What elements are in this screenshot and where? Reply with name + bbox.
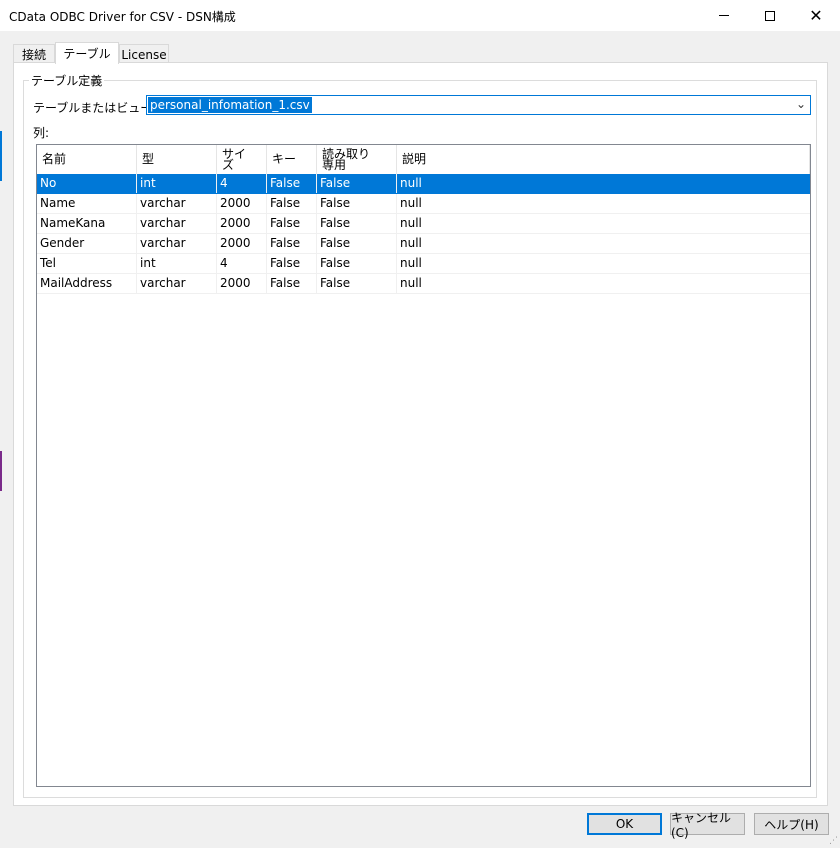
minimize-icon xyxy=(719,15,729,16)
cell-size: 2000 xyxy=(217,194,267,213)
cell-key: False xyxy=(267,254,317,273)
cell-key: False xyxy=(267,194,317,213)
column-header-readonly[interactable]: 読み取り 専用 xyxy=(317,145,397,174)
ok-button-label: OK xyxy=(615,817,634,831)
columns-label: 列: xyxy=(33,126,50,140)
cell-description: null xyxy=(400,176,422,190)
cell-type: int xyxy=(137,174,217,193)
chevron-down-icon[interactable]: ⌄ xyxy=(796,97,806,111)
cell-readonly: False xyxy=(317,254,397,273)
minimize-button[interactable] xyxy=(701,0,747,31)
cell-size: 2000 xyxy=(217,214,267,233)
table-view-select[interactable]: personal_infomation_1.csv ⌄ xyxy=(146,95,811,115)
columns-header: 名前 型 サイ ズ キー 読み取り 専用 説明 xyxy=(37,145,810,174)
tab-license[interactable]: License xyxy=(119,44,169,64)
close-icon: ✕ xyxy=(809,5,823,25)
column-header-size[interactable]: サイ ズ xyxy=(217,145,267,174)
cell-name: NameKana xyxy=(37,214,137,233)
cell-name: Name xyxy=(37,194,137,213)
group-title: テーブル定義 xyxy=(29,72,105,89)
header-text: 型 xyxy=(142,152,155,166)
cell-description: null xyxy=(400,196,422,210)
cell-size: 4 xyxy=(217,254,267,273)
tab-tables[interactable]: テーブル xyxy=(55,42,119,64)
header-text: 名前 xyxy=(42,152,67,166)
tab-label: 接続 xyxy=(21,48,46,62)
help-button[interactable]: ヘルプ(H) xyxy=(754,813,829,835)
table-view-label: テーブルまたはビュー: xyxy=(33,101,157,115)
cell-key: False xyxy=(267,234,317,253)
cell-description: null xyxy=(400,236,422,250)
cell-readonly: False xyxy=(317,174,397,193)
cell-description: null xyxy=(400,276,422,290)
cell-readonly: False xyxy=(317,234,397,253)
tab-label: テーブル xyxy=(63,47,111,61)
help-button-label: ヘルプ(H) xyxy=(764,817,819,832)
tab-connection[interactable]: 接続 xyxy=(13,44,55,64)
cell-type: varchar xyxy=(137,274,217,293)
maximize-icon xyxy=(765,10,775,21)
tab-label: License xyxy=(121,47,167,62)
close-button[interactable]: ✕ xyxy=(793,0,839,31)
cell-key: False xyxy=(267,274,317,293)
cell-name: MailAddress xyxy=(37,274,137,293)
table-row[interactable]: Tel int 4 False False null xyxy=(37,254,810,274)
cell-name: Gender xyxy=(37,234,137,253)
tab-panel: テーブル定義 テーブルまたはビュー: personal_infomation_1… xyxy=(13,62,828,806)
table-row[interactable]: Gender varchar 2000 False False null xyxy=(37,234,810,254)
table-row[interactable]: MailAddress varchar 2000 False False nul… xyxy=(37,274,810,294)
cell-size: 4 xyxy=(217,174,267,193)
cell-readonly: False xyxy=(317,214,397,233)
column-header-key[interactable]: キー xyxy=(267,145,317,174)
table-row[interactable]: No int 4 False False null xyxy=(37,174,810,194)
window-title: CData ODBC Driver for CSV - DSN構成 xyxy=(9,10,236,24)
cancel-button-label: キャンセル(C) xyxy=(671,810,732,840)
header-text: ズ xyxy=(222,157,235,172)
cell-name: No xyxy=(37,174,137,193)
header-text: キー xyxy=(272,152,297,166)
title-bar: CData ODBC Driver for CSV - DSN構成 ✕ xyxy=(0,0,840,31)
cell-name: Tel xyxy=(37,254,137,273)
ok-button[interactable]: OK xyxy=(587,813,662,835)
header-text: 説明 xyxy=(402,152,427,166)
columns-list[interactable]: 名前 型 サイ ズ キー 読み取り 専用 説明 No int 4 False F… xyxy=(36,144,811,787)
cancel-button[interactable]: キャンセル(C) xyxy=(670,811,745,840)
cell-type: int xyxy=(137,254,217,273)
cell-key: False xyxy=(267,214,317,233)
cell-description: null xyxy=(400,216,422,230)
column-header-description[interactable]: 説明 xyxy=(397,145,810,174)
table-row[interactable]: NameKana varchar 2000 False False null xyxy=(37,214,810,234)
cell-type: varchar xyxy=(137,214,217,233)
cell-type: varchar xyxy=(137,194,217,213)
column-header-type[interactable]: 型 xyxy=(137,145,217,174)
cell-readonly: False xyxy=(317,274,397,293)
column-header-name[interactable]: 名前 xyxy=(37,145,137,174)
cell-type: varchar xyxy=(137,234,217,253)
cell-key: False xyxy=(267,174,317,193)
table-row[interactable]: Name varchar 2000 False False null xyxy=(37,194,810,214)
table-view-value: personal_infomation_1.csv xyxy=(148,97,312,113)
resize-grip-icon[interactable]: ⋰ xyxy=(829,836,838,846)
header-text: 専用 xyxy=(322,157,347,172)
background-window-edge xyxy=(0,31,2,848)
cell-size: 2000 xyxy=(217,234,267,253)
cell-size: 2000 xyxy=(217,274,267,293)
cell-readonly: False xyxy=(317,194,397,213)
cell-description: null xyxy=(400,256,422,270)
maximize-button[interactable] xyxy=(747,0,793,31)
